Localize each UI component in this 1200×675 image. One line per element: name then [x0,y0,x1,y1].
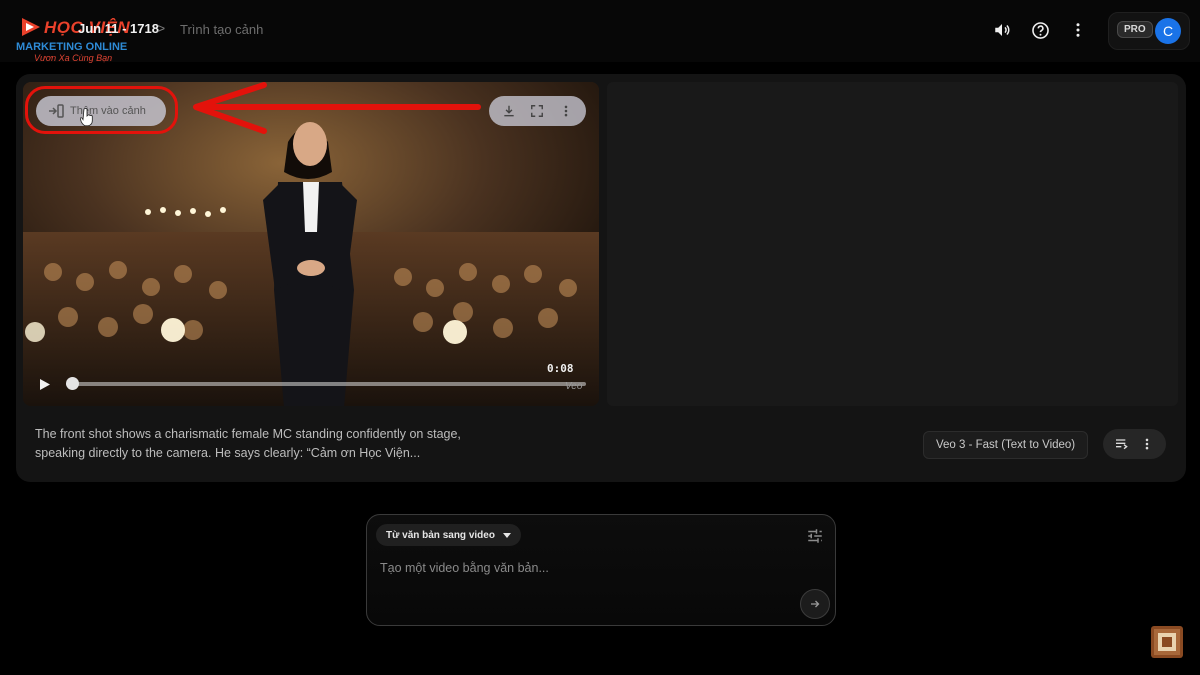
pro-badge: PRO [1117,21,1153,38]
mode-dropdown-label: Từ văn bản sang video [386,529,495,541]
fullscreen-icon[interactable] [528,102,546,120]
video-progress-handle[interactable] [66,377,79,390]
reuse-prompt-icon[interactable] [1113,435,1131,453]
logo-slogan: Vươn Xa Cùng Bạn [34,53,113,63]
video-actions-group [489,96,586,126]
more-vert-icon[interactable] [557,102,575,120]
logo-line2: MARKETING ONLINE [16,41,128,53]
prompt-input[interactable] [378,558,782,578]
hand-cursor-icon [80,108,93,126]
card-actions-group [1103,429,1166,459]
corner-thumbnail [1151,626,1183,658]
avatar[interactable]: C [1155,18,1181,44]
arrow-annotation-icon [193,82,481,134]
prompt-description: The front shot shows a charismatic femal… [35,427,461,460]
help-icon[interactable] [1029,19,1051,41]
more-vert-icon[interactable] [1138,435,1156,453]
play-button[interactable] [37,376,53,392]
highlight-annotation [25,86,178,134]
play-logo-icon [22,18,40,36]
play-icon [40,378,50,390]
download-icon[interactable] [500,102,518,120]
veo-watermark: Veo [565,381,583,392]
breadcrumb-current: Trình tạo cảnh [180,22,264,37]
more-vert-icon[interactable] [1067,19,1089,41]
account-group[interactable]: PRO C [1108,12,1190,50]
send-button[interactable] [800,589,830,619]
caret-down-icon [502,532,511,538]
arrow-right-icon [811,600,820,608]
breadcrumb-chevron-icon: > [157,20,166,36]
volume-icon[interactable] [991,19,1013,41]
video-progress-bar[interactable] [66,382,586,386]
breadcrumb-project[interactable]: Jun 11 - 1718 [78,21,159,36]
model-chip[interactable]: Veo 3 - Fast (Text to Video) [923,431,1089,459]
video-timecode: 0:08 [547,362,574,375]
preview-empty-pane [607,82,1178,406]
tune-icon[interactable] [806,527,824,545]
mode-dropdown[interactable]: Từ văn bản sang video [376,524,521,546]
